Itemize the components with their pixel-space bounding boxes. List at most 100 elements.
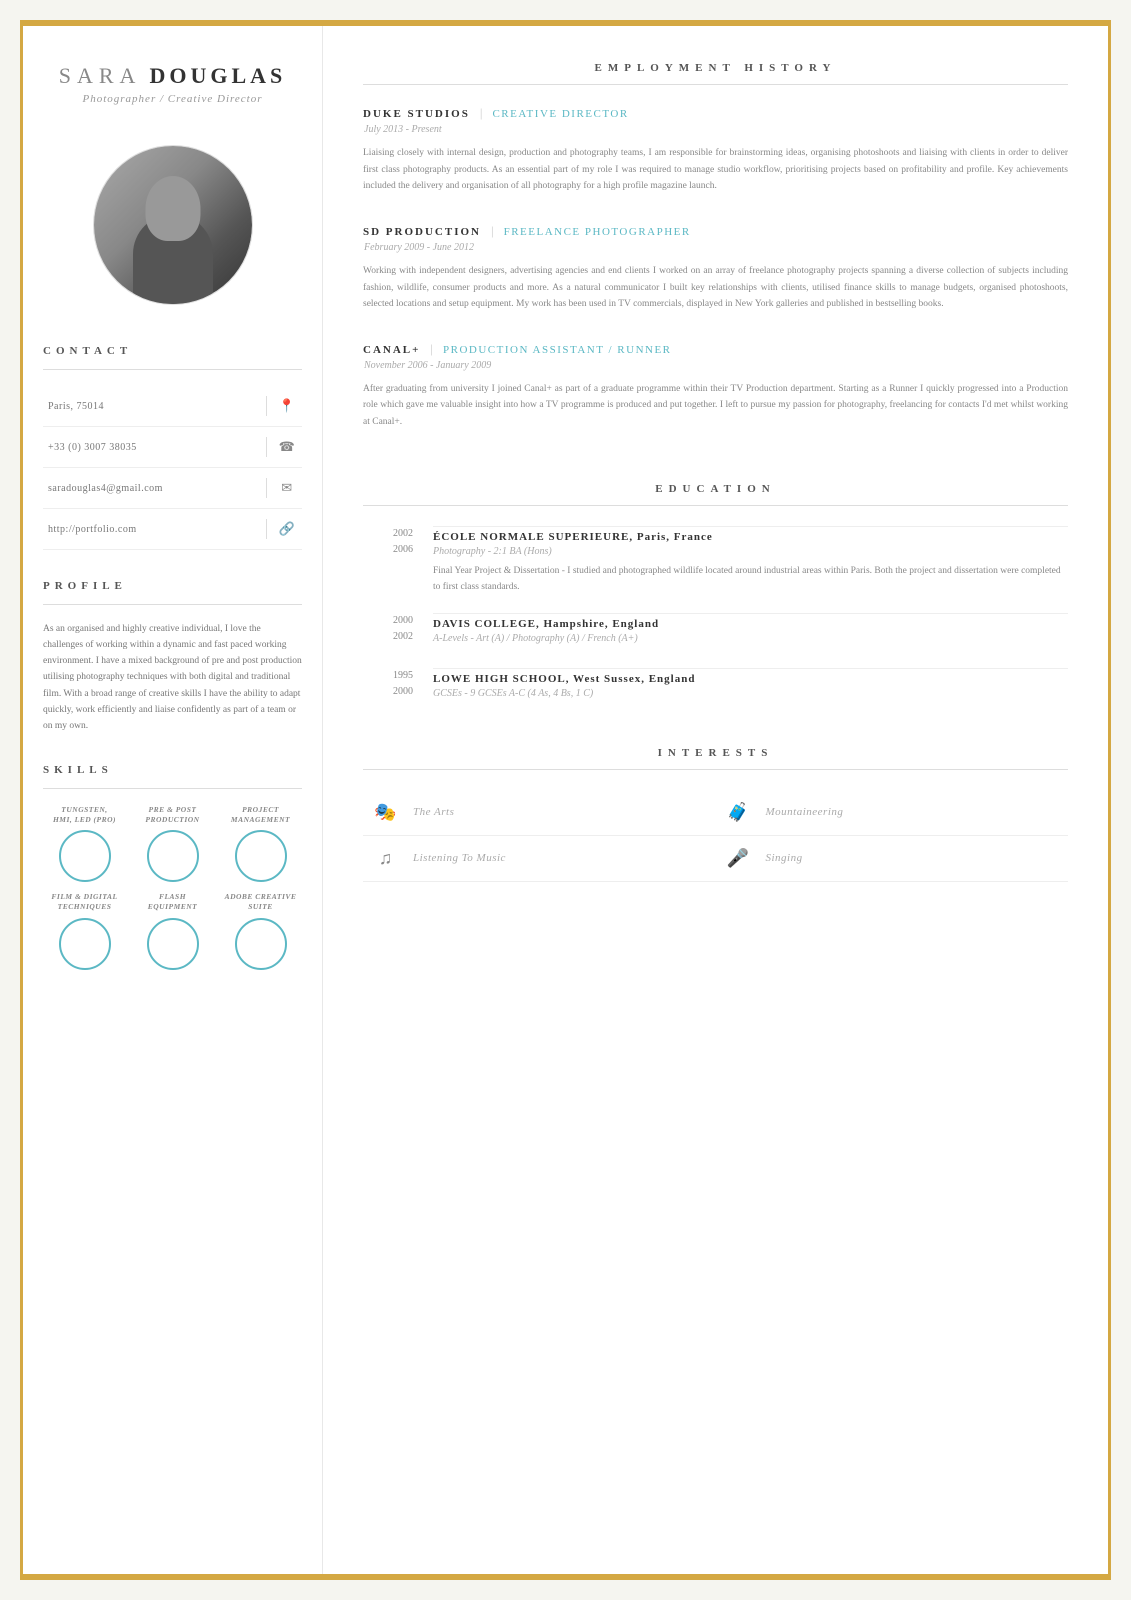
interests-grid: 🎭 The Arts 🧳 Mountaineering ♫ Listening … xyxy=(363,790,1068,882)
emp-date-3: November 2006 - January 2009 xyxy=(364,360,1068,371)
interest-arts: 🎭 The Arts xyxy=(363,790,716,836)
skill-item-4: FILM & DIGITALTECHNIQUES xyxy=(43,892,126,970)
arts-label: The Arts xyxy=(413,806,454,818)
contact-title: CONTACT xyxy=(43,345,302,357)
edu-content-1: ÉCOLE NORMALE SUPERIEURE, Paris, France … xyxy=(433,526,1068,595)
mountaineering-icon: 🧳 xyxy=(726,802,751,823)
contact-sep-1 xyxy=(266,396,267,416)
skill-label-4: FILM & DIGITALTECHNIQUES xyxy=(51,892,117,912)
first-name: SARA xyxy=(59,63,142,89)
skill-circle-3 xyxy=(235,830,287,882)
skills-title: SKILLS xyxy=(43,764,302,776)
website-text: http://portfolio.com xyxy=(48,524,256,535)
interest-mountaineering: 🧳 Mountaineering xyxy=(716,790,1069,836)
interests-header: INTERESTS xyxy=(363,743,1068,761)
location-icon: 📍 xyxy=(277,398,297,414)
profile-divider xyxy=(43,604,302,605)
right-column: EMPLOYMENT HISTORY DUKE STUDIOS | CREATI… xyxy=(323,23,1108,1577)
interest-music: ♫ Listening To Music xyxy=(363,836,716,882)
photo-placeholder xyxy=(94,146,252,304)
emp-company-1: DUKE STUDIOS xyxy=(363,108,470,120)
edu-years-3: 1995 2000 xyxy=(363,668,413,705)
interest-singing: 🎤 Singing xyxy=(716,836,1069,882)
skill-label-6: ADOBE CREATIVESUITE xyxy=(225,892,297,912)
emp-header-1: DUKE STUDIOS | CREATIVE DIRECTOR xyxy=(363,105,1068,121)
skill-label-1: TUNGSTEN,HMI, LED (PRO) xyxy=(53,805,116,825)
edu-year-start-2: 2000 xyxy=(393,613,413,629)
contact-sep-4 xyxy=(266,519,267,539)
gold-bar-top xyxy=(23,23,1108,26)
person-title: Photographer / Creative Director xyxy=(59,93,286,105)
skills-divider xyxy=(43,788,302,789)
edu-year-start-3: 1995 xyxy=(393,668,413,684)
edu-entry-1: 2002 2006 ÉCOLE NORMALE SUPERIEURE, Pari… xyxy=(363,526,1068,595)
emp-company-2: SD PRODUCTION xyxy=(363,226,481,238)
edu-entry-2: 2000 2002 DAVIS COLLEGE, Hampshire, Engl… xyxy=(363,613,1068,650)
contact-section: CONTACT Paris, 75014 📍 +33 (0) 3007 3803… xyxy=(43,335,302,550)
contact-sep-2 xyxy=(266,437,267,457)
phone-text: +33 (0) 3007 38035 xyxy=(48,442,256,453)
interests-section: INTERESTS 🎭 The Arts 🧳 Mountaineering ♫ … xyxy=(363,743,1068,882)
emp-sep-3: | xyxy=(430,341,433,357)
emp-role-2: FREELANCE PHOTOGRAPHER xyxy=(504,226,691,238)
interests-title: INTERESTS xyxy=(658,747,774,759)
emp-date-2: February 2009 - June 2012 xyxy=(364,242,1068,253)
contact-address: Paris, 75014 📍 xyxy=(43,386,302,427)
music-label: Listening To Music xyxy=(413,852,506,864)
edu-entry-3: 1995 2000 LOWE HIGH SCHOOL, West Sussex,… xyxy=(363,668,1068,705)
edu-school-2: DAVIS COLLEGE, Hampshire, England xyxy=(433,618,1068,630)
emp-role-1: CREATIVE DIRECTOR xyxy=(492,108,628,120)
edu-years-2: 2000 2002 xyxy=(363,613,413,650)
edu-year-end-2: 2002 xyxy=(393,629,413,645)
edu-degree-2: A-Levels - Art (A) / Photography (A) / F… xyxy=(433,633,1068,644)
education-section: EDUCATION 2002 2006 ÉCOLE NORMALE SUPERI… xyxy=(363,479,1068,723)
emp-entry-1: DUKE STUDIOS | CREATIVE DIRECTOR July 20… xyxy=(363,105,1068,195)
emp-header-3: CANAL+ | PRODUCTION ASSISTANT / RUNNER xyxy=(363,341,1068,357)
edu-degree-1: Photography - 2:1 BA (Hons) xyxy=(433,546,1068,557)
singing-icon: 🎤 xyxy=(726,848,751,869)
profile-text: As an organised and highly creative indi… xyxy=(43,621,302,734)
edu-years-1: 2002 2006 xyxy=(363,526,413,595)
skill-item-2: PRE & POSTPRODUCTION xyxy=(131,805,214,883)
emp-role-3: PRODUCTION ASSISTANT / RUNNER xyxy=(443,344,672,356)
music-icon: ♫ xyxy=(373,848,398,869)
education-header: EDUCATION xyxy=(363,479,1068,497)
last-name: DOUGLAS xyxy=(149,63,286,89)
education-divider xyxy=(363,505,1068,506)
edu-school-1: ÉCOLE NORMALE SUPERIEURE, Paris, France xyxy=(433,531,1068,543)
edu-content-2: DAVIS COLLEGE, Hampshire, England A-Leve… xyxy=(433,613,1068,650)
skill-circle-4 xyxy=(59,918,111,970)
emp-header-2: SD PRODUCTION | FREELANCE PHOTOGRAPHER xyxy=(363,223,1068,239)
employment-section: EMPLOYMENT HISTORY DUKE STUDIOS | CREATI… xyxy=(363,58,1068,459)
emp-desc-3: After graduating from university I joine… xyxy=(363,381,1068,431)
employment-divider xyxy=(363,84,1068,85)
skill-circle-1 xyxy=(59,830,111,882)
skills-section: SKILLS TUNGSTEN,HMI, LED (PRO) PRE & POS… xyxy=(43,754,302,970)
edu-desc-1: Final Year Project & Dissertation - I st… xyxy=(433,563,1068,595)
edu-degree-3: GCSEs - 9 GCSEs A-C (4 As, 4 Bs, 1 C) xyxy=(433,688,1068,699)
skills-grid: TUNGSTEN,HMI, LED (PRO) PRE & POSTPRODUC… xyxy=(43,805,302,970)
profile-section: PROFILE As an organised and highly creat… xyxy=(43,570,302,734)
skill-label-5: FLASHEQUIPMENT xyxy=(148,892,198,912)
profile-title: PROFILE xyxy=(43,580,302,592)
emp-entry-2: SD PRODUCTION | FREELANCE PHOTOGRAPHER F… xyxy=(363,223,1068,313)
name-section: SARA DOUGLAS Photographer / Creative Dir… xyxy=(59,63,286,105)
emp-desc-1: Liaising closely with internal design, p… xyxy=(363,145,1068,195)
skill-item-6: ADOBE CREATIVESUITE xyxy=(219,892,302,970)
contact-sep-3 xyxy=(266,478,267,498)
skill-circle-6 xyxy=(235,918,287,970)
mountaineering-label: Mountaineering xyxy=(766,806,844,818)
emp-entry-3: CANAL+ | PRODUCTION ASSISTANT / RUNNER N… xyxy=(363,341,1068,431)
edu-year-end-3: 2000 xyxy=(393,684,413,700)
link-icon: 🔗 xyxy=(277,521,297,537)
skill-item-5: FLASHEQUIPMENT xyxy=(131,892,214,970)
email-icon: ✉ xyxy=(277,480,297,496)
edu-school-3: LOWE HIGH SCHOOL, West Sussex, England xyxy=(433,673,1068,685)
email-text: saradouglas4@gmail.com xyxy=(48,483,256,494)
emp-sep-1: | xyxy=(480,105,483,121)
skill-circle-5 xyxy=(147,918,199,970)
phone-icon: ☎ xyxy=(277,439,297,455)
address-text: Paris, 75014 xyxy=(48,401,256,412)
contact-phone: +33 (0) 3007 38035 ☎ xyxy=(43,427,302,468)
skill-circle-2 xyxy=(147,830,199,882)
